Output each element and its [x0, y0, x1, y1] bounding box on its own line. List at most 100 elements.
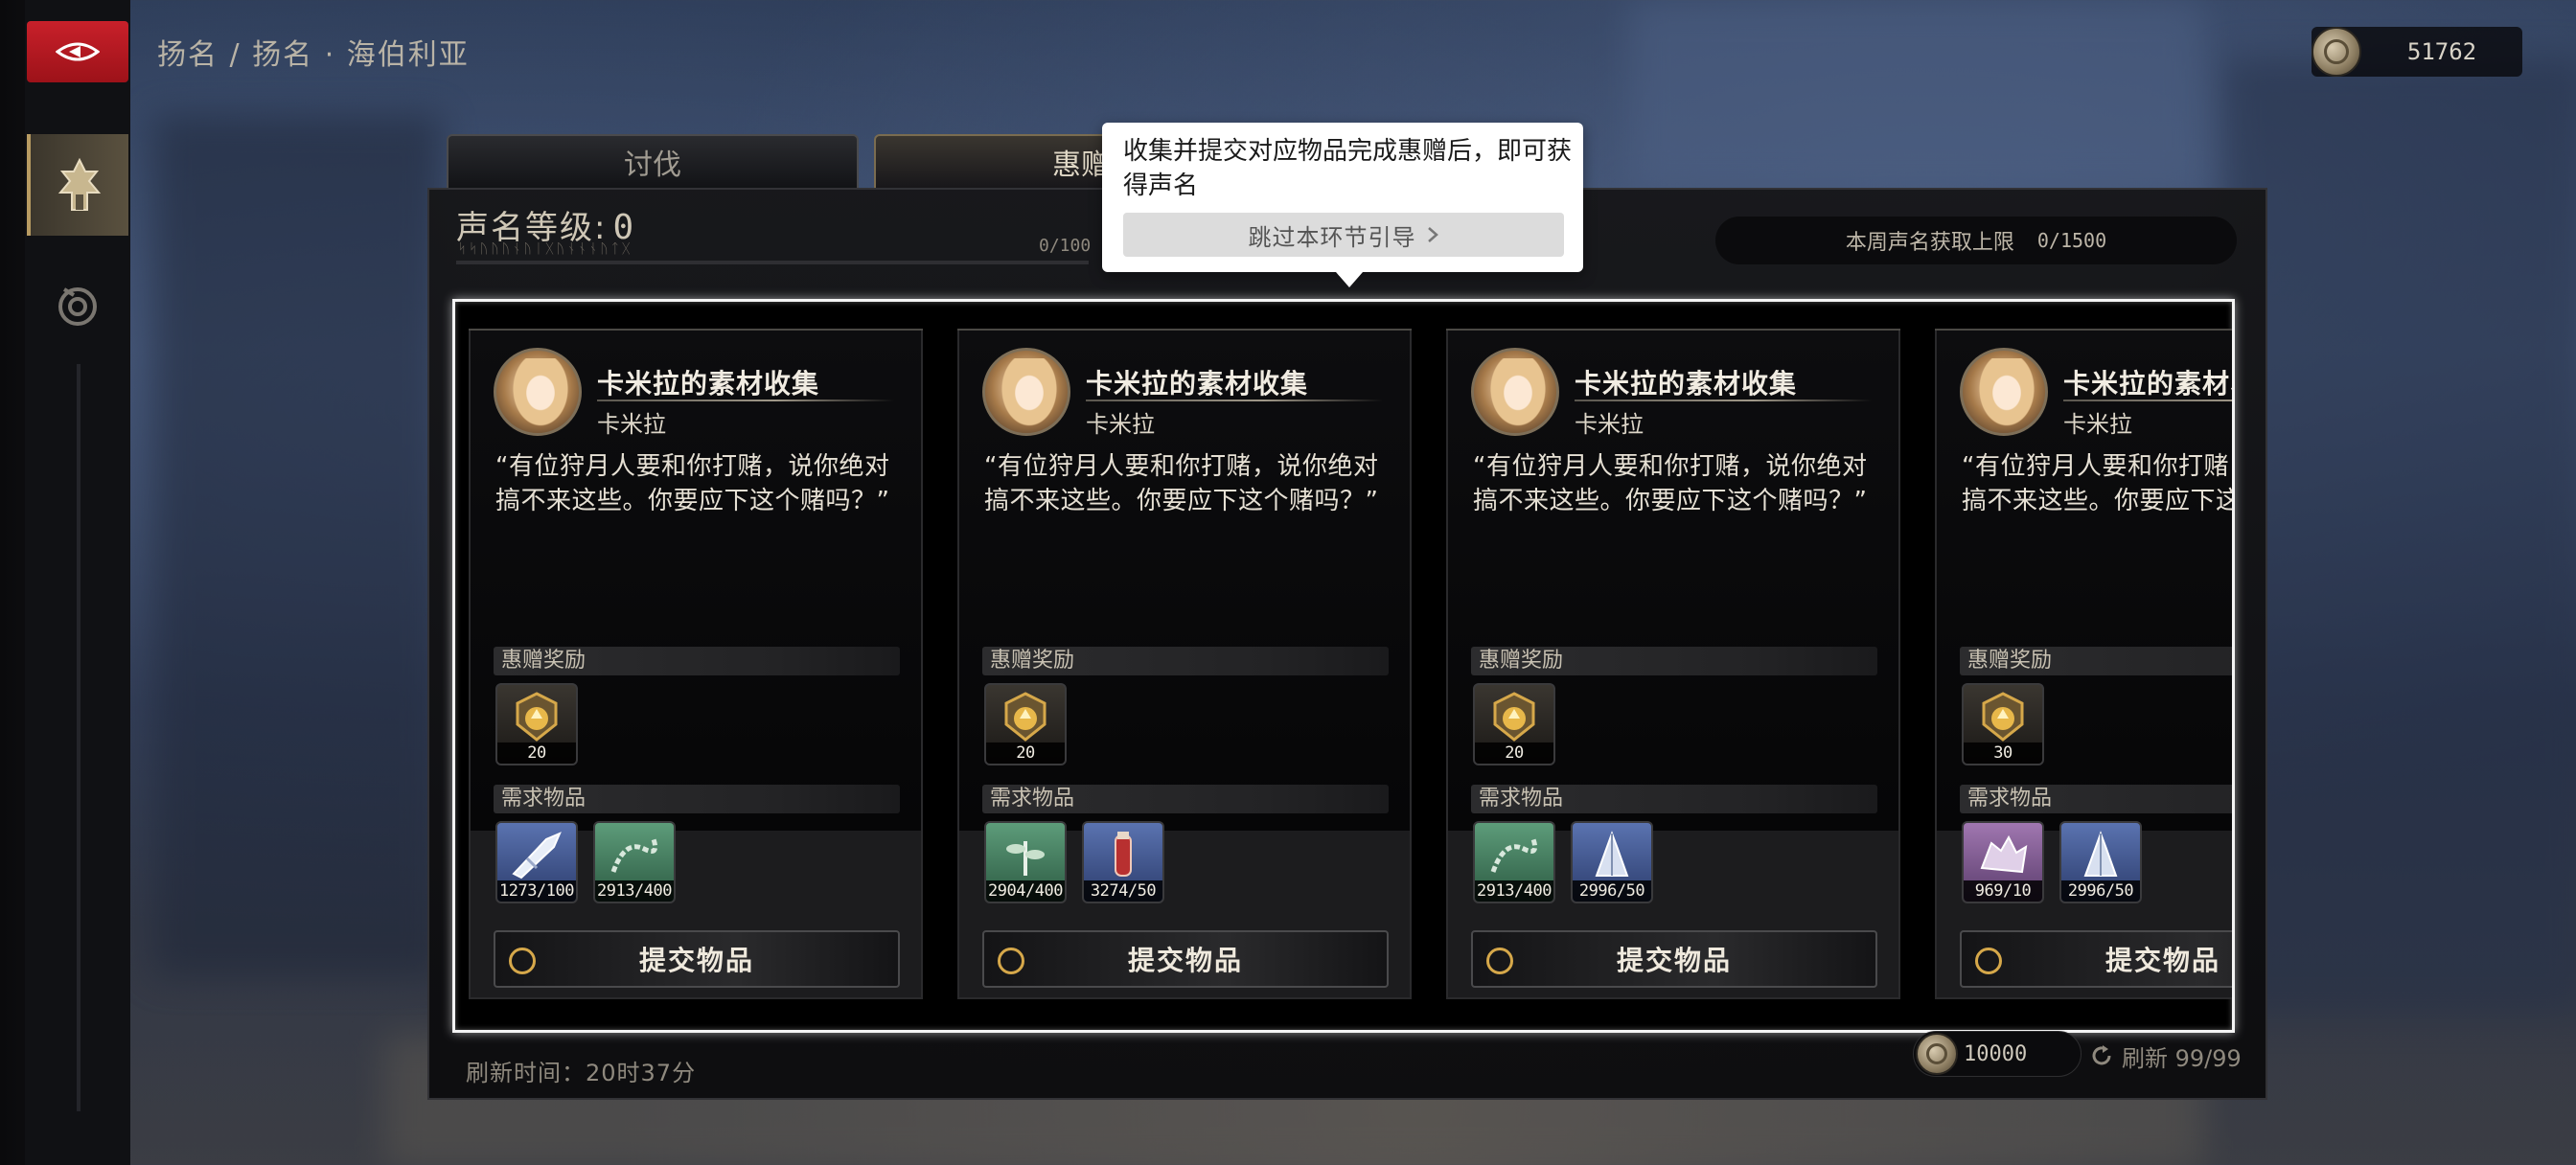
npc-avatar — [494, 348, 582, 436]
required-count: 2996/50 — [2061, 880, 2140, 902]
required-item[interactable]: 2913/400 — [593, 821, 676, 903]
skip-guide-button[interactable]: 跳过本环节引导 — [1123, 213, 1564, 257]
submit-label: 提交物品 — [1616, 945, 1732, 976]
required-section-label: 需求物品 — [1960, 785, 2232, 813]
required-item[interactable]: 1273/100 — [495, 821, 578, 903]
rail-tab-reputation[interactable] — [27, 134, 128, 236]
submit-label: 提交物品 — [1127, 945, 1243, 976]
card-quote: “有位狩月人要和你打赌，说你绝对搞不来这些。你要应下这个赌吗？” — [1473, 452, 1868, 515]
chain-whip-icon — [1475, 823, 1553, 886]
reputation-runes: ᛋᛋᚢᚢᚢᚾᚢᛁᚷᚢᚾᚾᚾᚢᛏᚷ — [458, 241, 633, 257]
refresh-count-label: 刷新 99/99 — [2122, 1044, 2242, 1072]
card-npc-name: 卡米拉 — [1575, 411, 1644, 438]
currency-display: 51762 — [2312, 27, 2522, 77]
npc-avatar — [1960, 348, 2048, 436]
coin-icon — [1916, 1033, 1958, 1075]
required-section-label: 需求物品 — [982, 785, 1389, 813]
refresh-icon — [2092, 1045, 2111, 1065]
eye-back-icon — [56, 42, 100, 61]
reward-item[interactable]: 30 — [1962, 683, 2044, 765]
refresh-cost-amount: 10000 — [1964, 1041, 2028, 1066]
chevron-right-icon — [1427, 227, 1438, 242]
reward-section-label: 惠赠奖励 — [494, 647, 900, 675]
card-title: 卡米拉的素材收集 — [1086, 368, 1309, 400]
quest-card: 卡米拉的素材收集 卡米拉 “有位狩月人要和你打赌，说你绝对搞不来这些。你要应下这… — [469, 329, 923, 999]
card-title: 卡米拉的素材收集 — [1575, 368, 1798, 400]
title-divider — [2063, 400, 2232, 401]
weekly-cap: 本周声名获取上限 0/1500 — [1715, 217, 2237, 264]
reputation-progress-text: 0/100 — [1039, 236, 1092, 256]
reputation-emblem-icon — [1964, 685, 2042, 748]
required-section-label: 需求物品 — [494, 785, 900, 813]
title-divider — [1086, 400, 1383, 401]
reputation-emblem-icon — [1475, 685, 1553, 748]
tooltip-text: 收集并提交对应物品完成惠赠后，即可获得声名 — [1123, 137, 1573, 200]
refresh-time-label: 刷新时间： — [466, 1060, 586, 1086]
currency-amount: 51762 — [2406, 38, 2477, 65]
circle-icon — [998, 948, 1024, 974]
refresh-cost: 10000 — [1913, 1031, 2082, 1077]
spike-shard-icon — [1573, 823, 1651, 886]
reward-count: 20 — [1475, 742, 1553, 764]
rail-scrollbar[interactable] — [77, 364, 80, 1111]
required-item[interactable]: 2996/50 — [2059, 821, 2142, 903]
reputation-emblem-icon — [986, 685, 1065, 748]
quest-card-list: 卡米拉的素材收集 卡米拉 “有位狩月人要和你打赌，说你绝对搞不来这些。你要应下这… — [452, 299, 2235, 1033]
title-divider — [1575, 400, 1872, 401]
submit-label: 提交物品 — [638, 945, 754, 976]
card-npc-name: 卡米拉 — [2063, 411, 2132, 438]
card-title: 卡米拉的素材收集 — [2063, 368, 2232, 400]
card-title: 卡米拉的素材收集 — [597, 368, 820, 400]
required-count: 1273/100 — [497, 880, 576, 902]
title-divider — [597, 400, 894, 401]
refresh-button[interactable]: 刷新 99/99 — [2089, 1037, 2242, 1075]
required-item[interactable]: 3274/50 — [1082, 821, 1164, 903]
weekly-cap-value: 0/1500 — [2036, 229, 2107, 252]
guide-tooltip: 收集并提交对应物品完成惠赠后，即可获得声名 跳过本环节引导 — [1102, 123, 1583, 287]
tab-conquest[interactable]: 讨伐 — [447, 134, 859, 188]
reward-item[interactable]: 20 — [495, 683, 578, 765]
reward-count: 30 — [1964, 742, 2042, 764]
quest-card: 卡米拉的素材收集 卡米拉 “有位狩月人要和你打赌，说你绝对搞不来这些。你要应下这… — [1446, 329, 1900, 999]
refresh-time: 刷新时间：20时37分 — [466, 1054, 696, 1087]
herb-icon — [986, 823, 1065, 886]
reward-item[interactable]: 20 — [1473, 683, 1555, 765]
required-item[interactable]: 2904/400 — [984, 821, 1067, 903]
red-vial-icon — [1084, 823, 1162, 886]
circle-icon — [1486, 948, 1513, 974]
skip-guide-label: 跳过本环节引导 — [1248, 223, 1416, 251]
rail-tab-spiral[interactable] — [27, 259, 128, 354]
card-quote: “有位狩月人要和你打赌，说你绝对搞不来这些。你要应下这个赌吗？” — [495, 452, 890, 515]
npc-avatar — [1471, 348, 1559, 436]
chain-whip-icon — [595, 823, 674, 886]
submit-items-button[interactable]: 提交物品 — [982, 930, 1389, 988]
required-item[interactable]: 2913/400 — [1473, 821, 1555, 903]
submit-label: 提交物品 — [2104, 945, 2220, 976]
required-count: 2904/400 — [986, 880, 1065, 902]
weekly-cap-label: 本周声名获取上限 — [1845, 231, 2014, 255]
card-npc-name: 卡米拉 — [1086, 411, 1155, 438]
required-item[interactable]: 2996/50 — [1571, 821, 1653, 903]
required-count: 969/10 — [1964, 880, 2042, 902]
submit-items-button[interactable]: 提交物品 — [1960, 930, 2232, 988]
palace-icon — [58, 158, 102, 211]
back-button[interactable] — [27, 21, 128, 82]
reward-count: 20 — [986, 742, 1065, 764]
required-item[interactable]: 969/10 — [1962, 821, 2044, 903]
quest-card: 卡米拉的素材收集 卡米拉 “有位狩月人要和你打赌，说你绝对搞不来这些。你要应下这… — [1935, 329, 2232, 999]
npc-avatar — [982, 348, 1070, 436]
circle-icon — [1975, 948, 2002, 974]
card-npc-name: 卡米拉 — [597, 411, 666, 438]
card-quote: “有位狩月人要和你打赌，说你绝对搞不来这些。你要应下这个赌吗？” — [1962, 452, 2232, 515]
submit-items-button[interactable]: 提交物品 — [494, 930, 900, 988]
refresh-time-value: 20时37分 — [586, 1060, 697, 1086]
card-quote: “有位狩月人要和你打赌，说你绝对搞不来这些。你要应下这个赌吗？” — [984, 452, 1379, 515]
circle-icon — [509, 948, 536, 974]
spike-shard-icon — [2061, 823, 2140, 886]
submit-items-button[interactable]: 提交物品 — [1471, 930, 1877, 988]
reputation-progress-bar — [456, 261, 1089, 264]
reward-item[interactable]: 20 — [984, 683, 1067, 765]
crystal-beast-icon — [1964, 823, 2042, 886]
required-section-label: 需求物品 — [1471, 785, 1877, 813]
reward-count: 20 — [497, 742, 576, 764]
